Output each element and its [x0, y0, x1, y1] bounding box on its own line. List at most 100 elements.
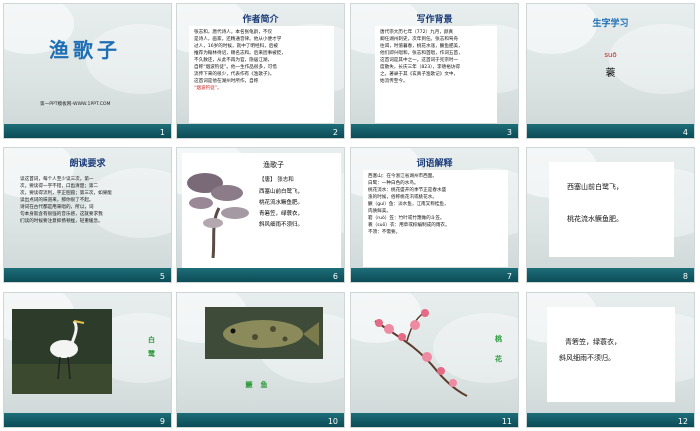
text-line: 过人，16岁的时候，就中了明经科，后被: [194, 44, 278, 49]
text-line: 读这首词，每个人至少读三次。第一: [20, 177, 94, 182]
caption-text: 白鹭: [148, 336, 155, 358]
text-line: 这首词是他在湖州时所作，自称: [194, 79, 259, 84]
slide-thumbnail-12[interactable]: 青箬笠，绿蓑衣， 斜风细雨不须归。 12: [526, 292, 695, 428]
poem-line: 青箬笠，绿蓑衣，: [259, 211, 304, 217]
text-line: 蓑（suō）衣：用草或棕编制成的雨衣。: [368, 223, 450, 228]
slide-thumbnail-8[interactable]: 西塞山前白鹭飞， 桃花流水鳜鱼肥。 8: [526, 147, 695, 283]
slide-thumbnail-5[interactable]: 朗读要求 读这首词，每个人至少读三次。第一 次，要读得一字不错，口齿清楚；第二 …: [3, 147, 172, 283]
text-line-highlight: “烟波钓徒”。: [194, 86, 222, 91]
poem-line: 青箬笠，绿蓑衣，: [565, 338, 621, 346]
text-line: 次，要读得一字不错，口齿清楚；第二: [20, 184, 99, 189]
ink-painting-image: [187, 173, 249, 259]
egret-photo: [12, 309, 112, 394]
text-line: 始流传至今。: [380, 79, 408, 84]
text-line: 西塞山：在今浙江省湖州市西面。: [368, 174, 437, 179]
slide-thumbnail-7[interactable]: 词语解释 西塞山：在今浙江省湖州市西面。 白鹭：一种白色的水鸟。 桃花流水：桃花…: [350, 147, 519, 283]
slide-strip: [177, 268, 344, 282]
slide-thumbnail-10[interactable]: 鳜鱼 10: [176, 292, 345, 428]
poem-line: 西塞山前白鹭飞，: [567, 183, 623, 191]
text-panel: 西塞山：在今浙江省湖州市西面。 白鹭：一种白色的水鸟。 桃花流水：桃花盛开的季节…: [363, 170, 508, 267]
text-line: 次，要读得流利，字正腔圆；第三次，如果能: [20, 191, 112, 196]
text-line: 是诗人，画家，还精通音律。他从小便才学: [194, 37, 282, 42]
text-line: 肉质鲜美。: [368, 209, 391, 214]
text-line: 诗词在古代都是用来唱的，所以，词: [20, 205, 94, 210]
slide-strip: [177, 124, 344, 138]
slide-strip: [351, 413, 518, 427]
poem-line: 斜风细雨不须归。: [259, 222, 304, 228]
photo-caption: 桃花: [495, 329, 505, 369]
slide-strip: [351, 124, 518, 138]
text-line: 度散失，长庆三年（823），李德裕访得: [380, 65, 460, 70]
slide-number: 10: [327, 417, 338, 426]
slide-number: 5: [159, 272, 165, 281]
slide-title: 渔歌子: [49, 38, 121, 62]
photo-caption: 鳜鱼: [177, 380, 344, 390]
slide-number: 3: [506, 128, 512, 137]
text-line: 流传下来的很少，代表作有《渔歌子》。: [194, 72, 275, 77]
text-line: 句本身就含有很强的音乐感，这就要求我: [20, 212, 103, 217]
slide-number: 8: [682, 272, 688, 281]
slide-thumbnail-2[interactable]: 作者简介 张志和，唐代诗人，本名张龟龄，不仅 是诗人，画家，还精通音律。他从小便…: [176, 3, 345, 139]
text-line: 推荐为翰林待诏，赐名志和。后来因事被贬，: [194, 51, 286, 56]
poem-author: 【唐】 张志和: [259, 177, 294, 183]
peach-blossom-image: [374, 309, 468, 397]
text-line: 之。著录于其《玄真子渔歌记》文中，: [380, 72, 459, 77]
slide-title: 词语解释: [416, 159, 453, 169]
slide-number: 4: [682, 128, 688, 137]
text-line: 往谒，时值暮春，桃花水涨，鳜鱼肥美，: [380, 44, 463, 49]
text-line: 桃花流水：桃花盛开的季节正是春水盛: [368, 188, 447, 193]
text-line: 自称“烟波钓徒”。他一生作品很多，可惜: [194, 65, 277, 70]
mandarin-fish-photo: [205, 307, 323, 359]
slide-number: 6: [332, 272, 338, 281]
slide-thumbnail-9[interactable]: 白鹭 9: [3, 292, 172, 428]
character-label: 蓑: [605, 68, 616, 79]
slide-thumbnail-4[interactable]: 生字学习 suō 蓑 4: [526, 3, 695, 139]
slide-title: 作者简介: [242, 15, 279, 25]
poem-line: 桃花流水鳜鱼肥。: [567, 215, 623, 223]
poem-line: 斜风细雨不须归。: [559, 354, 615, 362]
slide-number: 9: [159, 417, 165, 426]
slide-number: 7: [506, 272, 512, 281]
caption-text: 鳜鱼: [245, 381, 276, 389]
slide-strip: [4, 413, 171, 427]
slide-strip: [527, 413, 694, 427]
slide-thumbnail-3[interactable]: 写作背景 唐代宗大历七年（772）九月，颜真 卿任湖州刺史，次年到任。张志和驾舟…: [350, 3, 519, 139]
text-line: 这首词是其中之一。这首词于宪宗时一: [380, 58, 459, 63]
slide-strip: [527, 124, 694, 138]
photo-caption: 白鹭: [148, 333, 158, 361]
text-line: 涨的时候，俗称桃花汛或桃花水。: [368, 195, 437, 200]
slide-thumbnail-6[interactable]: 渔歌子 【唐】 张志和 西塞山前白鹭飞， 桃花流水鳜鱼肥。 青箬笠，绿蓑衣， 斜…: [176, 147, 345, 283]
text-line: 读出点词的味道来，那你很了不起。: [20, 198, 94, 203]
slide-strip: [177, 413, 344, 427]
poem-line: 桃花流水鳜鱼肥。: [259, 200, 304, 206]
text-line: 鳜（guì）鱼：淡水鱼，江南又称桂鱼，: [368, 202, 449, 207]
slide-strip: [351, 268, 518, 282]
text-panel: 张志和，唐代诗人，本名张龟龄，不仅 是诗人，画家，还精通音律。他从小便才学 过人…: [189, 26, 334, 123]
pinyin-label: suō: [604, 51, 617, 59]
poem-line: 西塞山前白鹭飞，: [259, 189, 304, 195]
slide-strip: [527, 268, 694, 282]
slide-title: 生字学习: [592, 19, 629, 29]
slide-thumbnail-11[interactable]: 桃花 11: [350, 292, 519, 428]
text-line: 不久赦还，从此不再为官，隐居江湖，: [194, 58, 273, 63]
text-line: 箬（ruò）笠：竹叶或竹篾做的斗笠。: [368, 216, 445, 221]
text-line: 他们即兴唱和，张志和首唱，作词五首，: [380, 51, 463, 56]
slide-title: 朗读要求: [69, 159, 106, 169]
slide-thumbnail-1[interactable]: 渔歌子 第一PPT模板网-WWW.1PPT.COM 1: [3, 3, 172, 139]
slide-number: 11: [501, 417, 512, 426]
slide-number: 1: [159, 128, 165, 137]
text-line: 白鹭：一种白色的水鸟。: [368, 181, 419, 186]
text-line: 不须：不需要。: [368, 230, 401, 235]
caption-text: 桃花: [495, 335, 502, 363]
slide-title: 写作背景: [416, 15, 453, 25]
slide-footer: 第一PPT模板网-WWW.1PPT.COM: [40, 102, 111, 107]
slide-strip: [4, 124, 171, 138]
slide-number: 12: [677, 417, 688, 426]
text-line: 卿任湖州刺史，次年到任。张志和驾舟: [380, 37, 459, 42]
text-line: 们读的时候要注意抑扬顿挫，轻重缓急。: [20, 219, 103, 224]
text-line: 唐代宗大历七年（772）九月，颜真: [380, 30, 454, 35]
slide-strip: [4, 268, 171, 282]
text-panel: 唐代宗大历七年（772）九月，颜真 卿任湖州刺史，次年到任。张志和驾舟 往谒，时…: [375, 26, 497, 123]
text-line: 张志和，唐代诗人，本名张龟龄，不仅: [194, 30, 273, 35]
slide-number: 2: [332, 128, 338, 137]
